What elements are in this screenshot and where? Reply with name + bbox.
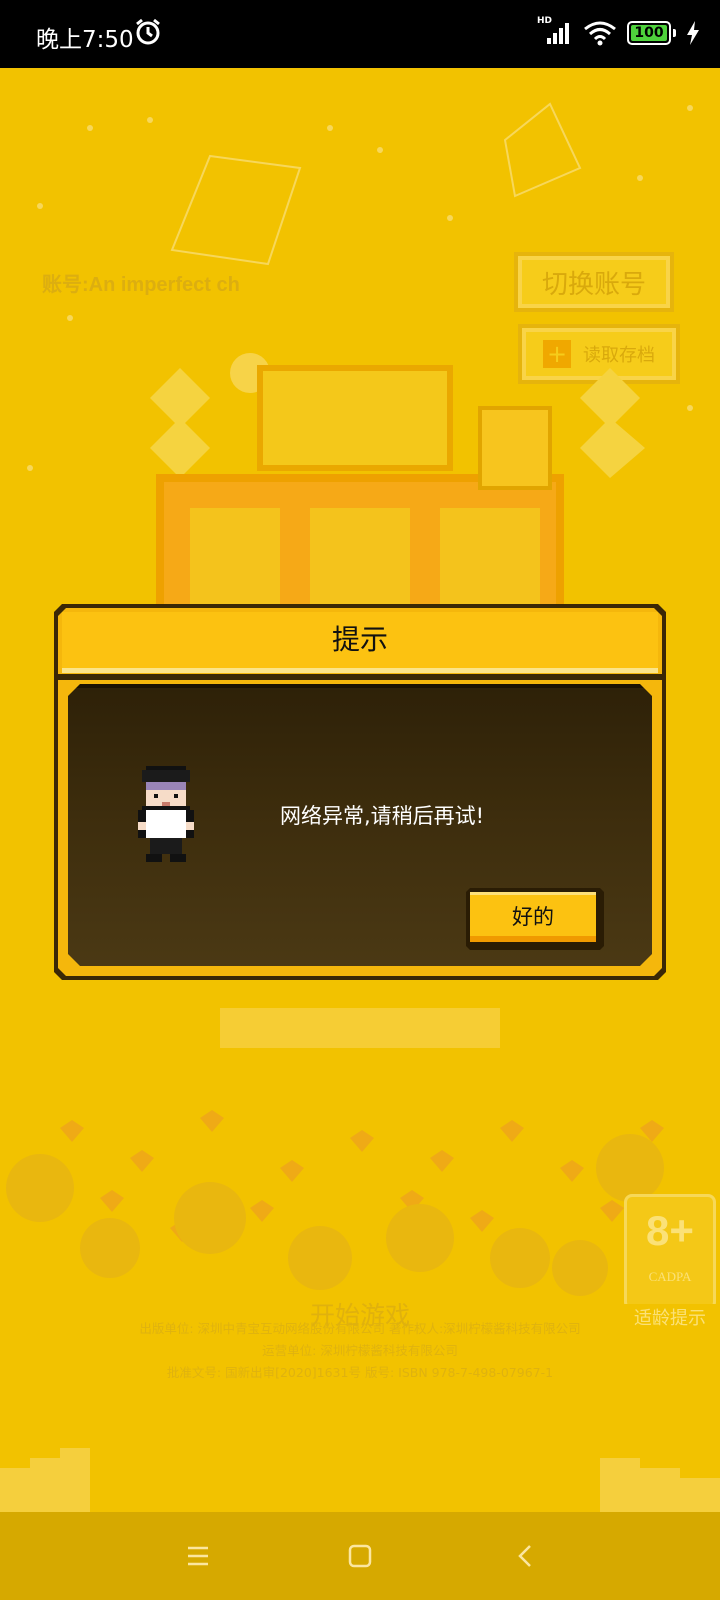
status-bar: 晚上7:50 HD 100 bbox=[0, 0, 720, 68]
alarm-icon bbox=[136, 18, 160, 45]
dialog-divider bbox=[58, 674, 662, 680]
battery-tip bbox=[673, 29, 676, 37]
network-label: HD bbox=[537, 16, 553, 26]
legal-text-publisher: 出版单位: 深圳中青宝互动网络股份有限公司 著作权人:深圳柠檬酱科技有限公司 bbox=[139, 1321, 581, 1336]
ok-button[interactable]: 好的 bbox=[466, 888, 604, 950]
dialog-title: 提示 bbox=[331, 623, 388, 656]
battery-icon: 100 bbox=[627, 21, 671, 45]
rating-age: 8+ bbox=[646, 1207, 694, 1254]
pixel-floor-decoration bbox=[0, 1448, 720, 1512]
charging-icon bbox=[687, 21, 699, 45]
switch-account-button[interactable]: 切换账号 bbox=[514, 252, 674, 312]
status-time: 晚上7:50 bbox=[36, 27, 134, 53]
dialog-message: 网络异常,请稍后再试! bbox=[280, 804, 485, 828]
pixel-character-avatar bbox=[138, 766, 194, 862]
legal-text-operator: 运营单位: 深圳柠檬酱科技有限公司 bbox=[262, 1343, 458, 1358]
menu-icon[interactable] bbox=[178, 1536, 218, 1576]
age-rating-badge: 8+ CADPA bbox=[624, 1194, 716, 1310]
ok-button-label: 好的 bbox=[470, 892, 596, 942]
wifi-icon bbox=[584, 21, 616, 46]
navigation-bar bbox=[0, 1512, 720, 1600]
dialog-title-bar: 提示 bbox=[62, 612, 658, 673]
battery-level: 100 bbox=[634, 25, 664, 41]
account-label: 账号:An imperfect ch bbox=[42, 274, 240, 296]
rating-org: CADPA bbox=[648, 1269, 692, 1284]
home-icon[interactable] bbox=[340, 1536, 380, 1576]
signal-icon: HD bbox=[537, 16, 573, 46]
legal-text-approval: 批准文号: 国新出审[2020]1631号 版号: ISBN 978-7-498… bbox=[166, 1365, 554, 1380]
back-icon[interactable] bbox=[506, 1536, 546, 1576]
